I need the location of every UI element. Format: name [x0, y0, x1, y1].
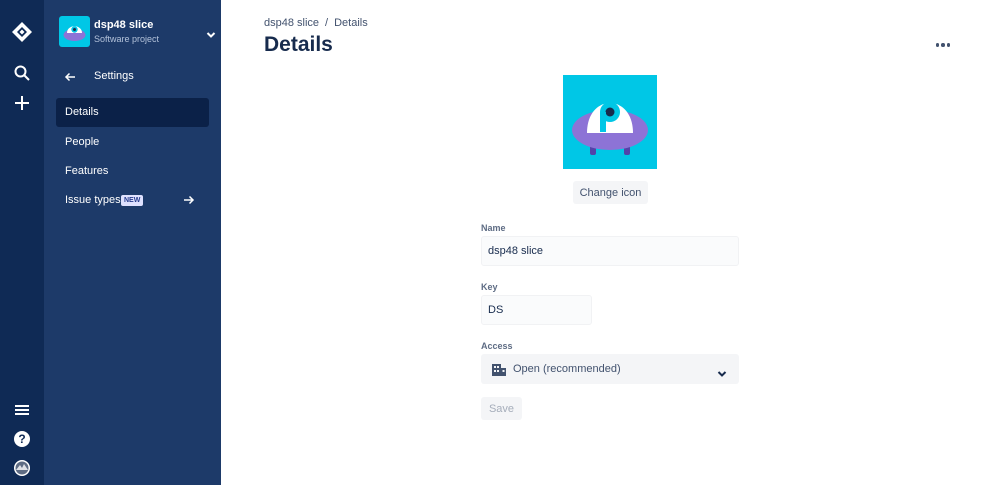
breadcrumb-separator: / — [325, 17, 329, 29]
new-badge: NEW — [121, 195, 144, 206]
chevron-down-icon — [206, 26, 216, 44]
sidebar-item-label: Details — [65, 106, 99, 118]
arrow-right-icon — [183, 194, 195, 209]
svg-text:?: ? — [18, 432, 25, 446]
project-avatar — [59, 16, 90, 47]
key-label: Key — [481, 282, 498, 292]
access-value: Open (recommended) — [513, 363, 621, 375]
sidebar-item-features[interactable]: Features — [56, 157, 209, 186]
chevron-down-icon — [717, 365, 727, 383]
access-label: Access — [481, 341, 513, 351]
help-icon[interactable]: ? — [10, 427, 34, 451]
name-label: Name — [481, 223, 506, 233]
page-title: Details — [264, 33, 333, 56]
back-to-settings[interactable]: Settings — [64, 68, 214, 86]
sidebar-item-details[interactable]: Details — [56, 98, 209, 127]
change-icon-button[interactable]: Change icon — [573, 181, 648, 204]
jira-logo-icon[interactable] — [10, 20, 34, 44]
building-icon — [492, 362, 506, 381]
more-actions-icon[interactable] — [934, 38, 952, 52]
search-icon[interactable] — [10, 61, 34, 85]
sidebar-item-label: Features — [65, 165, 109, 177]
save-button[interactable]: Save — [481, 397, 522, 420]
project-type: Software project — [94, 34, 160, 44]
profile-avatar-icon[interactable] — [10, 456, 34, 480]
sidebar-item-label: People — [65, 136, 100, 148]
breadcrumb-current[interactable]: Details — [334, 17, 368, 29]
project-switcher[interactable]: dsp48 slice Software project — [59, 16, 216, 48]
project-name: dsp48 slice — [94, 19, 154, 31]
sidebar-item-issue-types[interactable]: Issue types NEW — [56, 186, 209, 215]
menu-icon[interactable] — [10, 398, 34, 422]
sidebar-item-people[interactable]: People — [56, 128, 209, 157]
access-select[interactable]: Open (recommended) — [481, 354, 739, 384]
project-icon-preview — [563, 75, 657, 169]
breadcrumb: dsp48 slice / Details — [264, 17, 368, 29]
create-plus-icon[interactable] — [10, 91, 34, 115]
project-sidebar: dsp48 slice Software project Settings De… — [44, 0, 221, 485]
key-field[interactable] — [481, 295, 592, 325]
global-nav: ? — [0, 0, 44, 485]
breadcrumb-project-link[interactable]: dsp48 slice — [264, 17, 319, 29]
back-label: Settings — [94, 70, 134, 82]
arrow-left-icon — [64, 70, 76, 88]
sidebar-item-label: Issue types — [65, 194, 121, 206]
name-field[interactable] — [481, 236, 739, 266]
